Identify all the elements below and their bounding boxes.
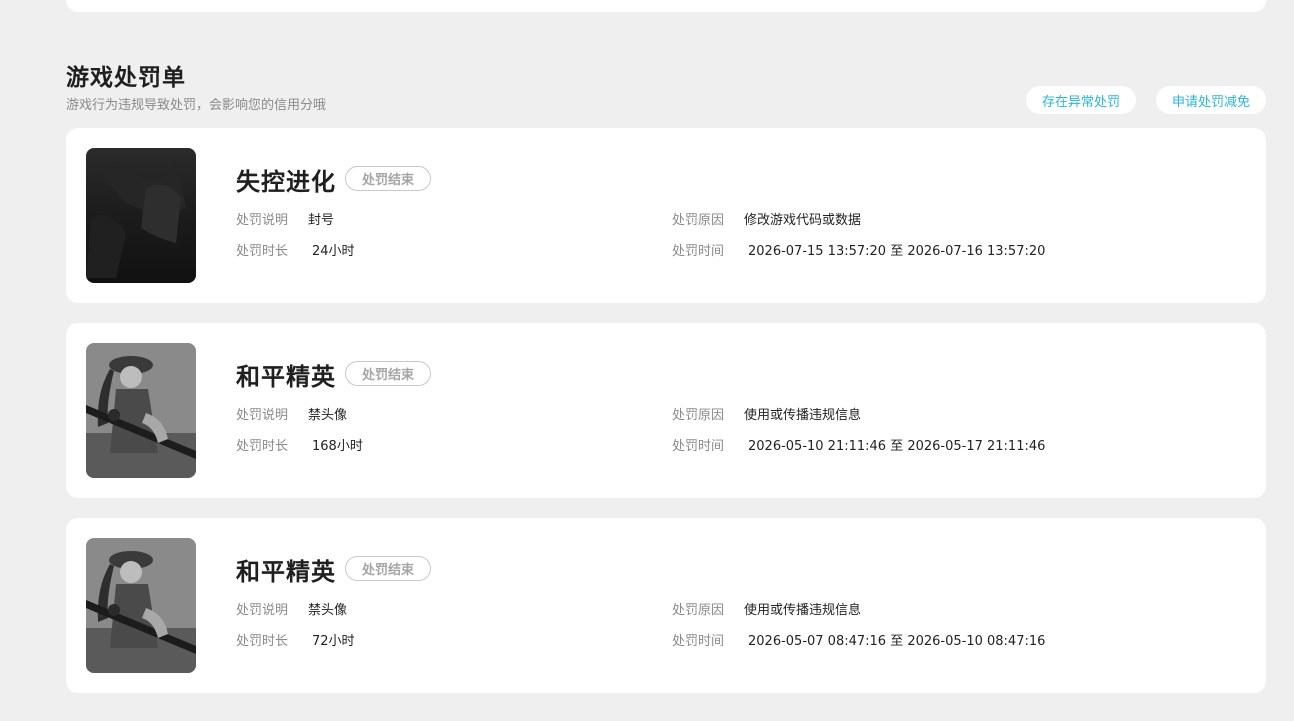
penalty-card: 和平精英 处罚结束 处罚说明 禁头像 处罚时长 168小时 处罚原因 使用或传播… <box>66 323 1266 498</box>
status-badge: 处罚结束 <box>345 361 431 386</box>
time-value: 2026-07-15 13:57:20 至 2026-07-16 13:57:2… <box>748 244 1046 259</box>
duration-value: 24小时 <box>312 244 355 259</box>
section-subtitle: 游戏行为违规导致处罚，会影响您的信用分哦 <box>66 98 327 113</box>
status-badge: 处罚结束 <box>345 166 431 191</box>
previous-section-card <box>66 0 1266 12</box>
apply-reduction-button[interactable]: 申请处罚减免 <box>1156 86 1266 114</box>
game-thumbnail <box>86 538 196 673</box>
time-value: 2026-05-10 21:11:46 至 2026-05-17 21:11:4… <box>748 439 1046 454</box>
reason-label: 处罚原因 <box>672 213 725 228</box>
duration-value: 168小时 <box>312 439 363 454</box>
reason-label: 处罚原因 <box>672 603 725 618</box>
description-label: 处罚说明 <box>236 213 289 228</box>
game-name: 失控进化 <box>236 168 336 196</box>
game-thumbnail <box>86 148 196 283</box>
penalty-card: 和平精英 处罚结束 处罚说明 禁头像 处罚时长 72小时 处罚原因 使用或传播违… <box>66 518 1266 693</box>
duration-label: 处罚时长 <box>236 244 289 259</box>
reason-value: 使用或传播违规信息 <box>744 603 862 618</box>
description-value: 封号 <box>308 213 335 228</box>
time-label: 处罚时间 <box>672 439 725 454</box>
description-label: 处罚说明 <box>236 603 289 618</box>
description-label: 处罚说明 <box>236 408 289 423</box>
reason-value: 使用或传播违规信息 <box>744 408 862 423</box>
time-value: 2026-05-07 08:47:16 至 2026-05-10 08:47:1… <box>748 634 1046 649</box>
game-thumbnail <box>86 343 196 478</box>
game-name: 和平精英 <box>236 363 336 391</box>
reason-label: 处罚原因 <box>672 408 725 423</box>
time-label: 处罚时间 <box>672 244 725 259</box>
penalty-card: 失控进化 处罚结束 处罚说明 封号 处罚时长 24小时 处罚原因 修改游戏代码或… <box>66 128 1266 303</box>
time-label: 处罚时间 <box>672 634 725 649</box>
duration-label: 处罚时长 <box>236 439 289 454</box>
reason-value: 修改游戏代码或数据 <box>744 213 862 228</box>
section-title: 游戏处罚单 <box>66 65 186 91</box>
description-value: 禁头像 <box>308 408 348 423</box>
status-badge: 处罚结束 <box>345 556 431 581</box>
abnormal-penalty-button[interactable]: 存在异常处罚 <box>1026 86 1136 114</box>
duration-value: 72小时 <box>312 634 355 649</box>
description-value: 禁头像 <box>308 603 348 618</box>
duration-label: 处罚时长 <box>236 634 289 649</box>
game-name: 和平精英 <box>236 558 336 586</box>
